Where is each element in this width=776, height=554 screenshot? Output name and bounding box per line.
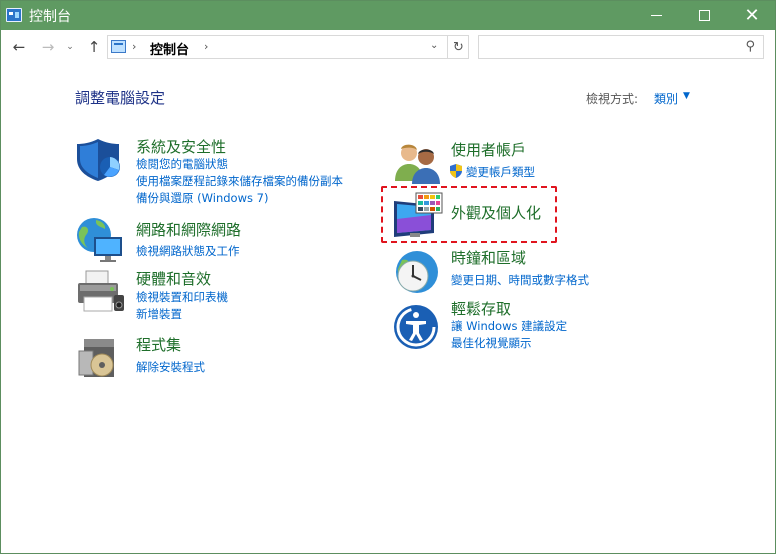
forward-button[interactable]: →	[38, 37, 58, 57]
highlight-box	[381, 186, 557, 243]
accessibility-icon[interactable]	[392, 303, 440, 351]
control-panel-window: 控制台 ✕ ← → ⌄ ↑ › 控制台 › ⌄ ↻ ⚲ 調整電腦設定 檢視方式:…	[0, 0, 776, 554]
programs-icon[interactable]	[76, 333, 124, 381]
link-change-account-type[interactable]: 變更帳戶類型	[466, 164, 535, 180]
control-panel-app-icon	[6, 8, 22, 22]
refresh-button[interactable]: ↻	[447, 36, 469, 58]
chevron-right-icon[interactable]: ›	[204, 40, 208, 53]
minimize-icon	[650, 15, 662, 16]
title-bar[interactable]: 控制台 ✕	[1, 1, 775, 30]
users-icon[interactable]	[392, 139, 442, 185]
address-bar[interactable]: › 控制台 › ⌄ ↻	[107, 35, 469, 59]
up-button[interactable]: ↑	[84, 37, 104, 57]
view-by-label: 檢視方式:	[586, 92, 639, 106]
link-devices-printers[interactable]: 檢視裝置和印表機	[136, 289, 228, 305]
address-breadcrumb[interactable]: 控制台	[150, 39, 189, 58]
refresh-icon: ↻	[453, 39, 464, 55]
link-optimize-visual-display[interactable]: 最佳化視覺顯示	[451, 335, 532, 351]
link-view-network-status[interactable]: 檢視網路狀態及工作	[136, 243, 240, 259]
window-title: 控制台	[29, 9, 71, 25]
search-icon[interactable]: ⚲	[745, 39, 755, 54]
link-backup-restore[interactable]: 備份與還原 (Windows 7)	[136, 190, 268, 206]
view-by-arrow-icon[interactable]: ▼	[683, 91, 690, 101]
category-clock-region[interactable]: 時鐘和區域	[451, 247, 526, 268]
minimize-button[interactable]	[633, 1, 679, 30]
close-icon: ✕	[744, 4, 760, 26]
chevron-down-icon[interactable]: ⌄	[430, 40, 438, 51]
maximize-button[interactable]	[681, 1, 727, 30]
category-network-internet[interactable]: 網路和網際網路	[136, 219, 241, 240]
link-add-device[interactable]: 新增裝置	[136, 306, 182, 322]
network-icon[interactable]	[74, 215, 126, 263]
view-by-dropdown[interactable]: 類別	[654, 90, 678, 107]
search-input[interactable]: ⚲	[478, 35, 764, 59]
uac-shield-icon	[450, 164, 462, 178]
chevron-right-icon[interactable]: ›	[132, 40, 136, 53]
back-button[interactable]: ←	[9, 37, 29, 57]
link-review-computer-status[interactable]: 檢閱您的電腦狀態	[136, 156, 228, 172]
category-system-security[interactable]: 系統及安全性	[136, 136, 226, 157]
link-change-date-time-format[interactable]: 變更日期、時間或數字格式	[451, 272, 589, 288]
navigation-bar: ← → ⌄ ↑ › 控制台 › ⌄ ↻ ⚲	[1, 30, 775, 64]
link-file-history-backup[interactable]: 使用檔案歷程記錄來儲存檔案的備份副本	[136, 173, 343, 189]
close-button[interactable]: ✕	[729, 1, 775, 30]
category-hardware-sound[interactable]: 硬體和音效	[136, 268, 211, 289]
link-uninstall-program[interactable]: 解除安裝程式	[136, 359, 205, 375]
control-panel-icon	[111, 40, 126, 53]
page-title: 調整電腦設定	[75, 89, 166, 107]
printer-icon[interactable]	[74, 267, 126, 315]
link-let-windows-suggest-settings[interactable]: 讓 Windows 建議設定	[451, 318, 567, 334]
category-ease-of-access[interactable]: 輕鬆存取	[451, 298, 511, 319]
recent-locations-dropdown[interactable]: ⌄	[63, 37, 77, 57]
category-programs[interactable]: 程式集	[136, 334, 181, 355]
shield-icon[interactable]	[74, 137, 124, 183]
category-user-accounts[interactable]: 使用者帳戶	[451, 139, 526, 160]
clock-icon[interactable]	[392, 248, 442, 296]
maximize-icon	[698, 10, 710, 21]
